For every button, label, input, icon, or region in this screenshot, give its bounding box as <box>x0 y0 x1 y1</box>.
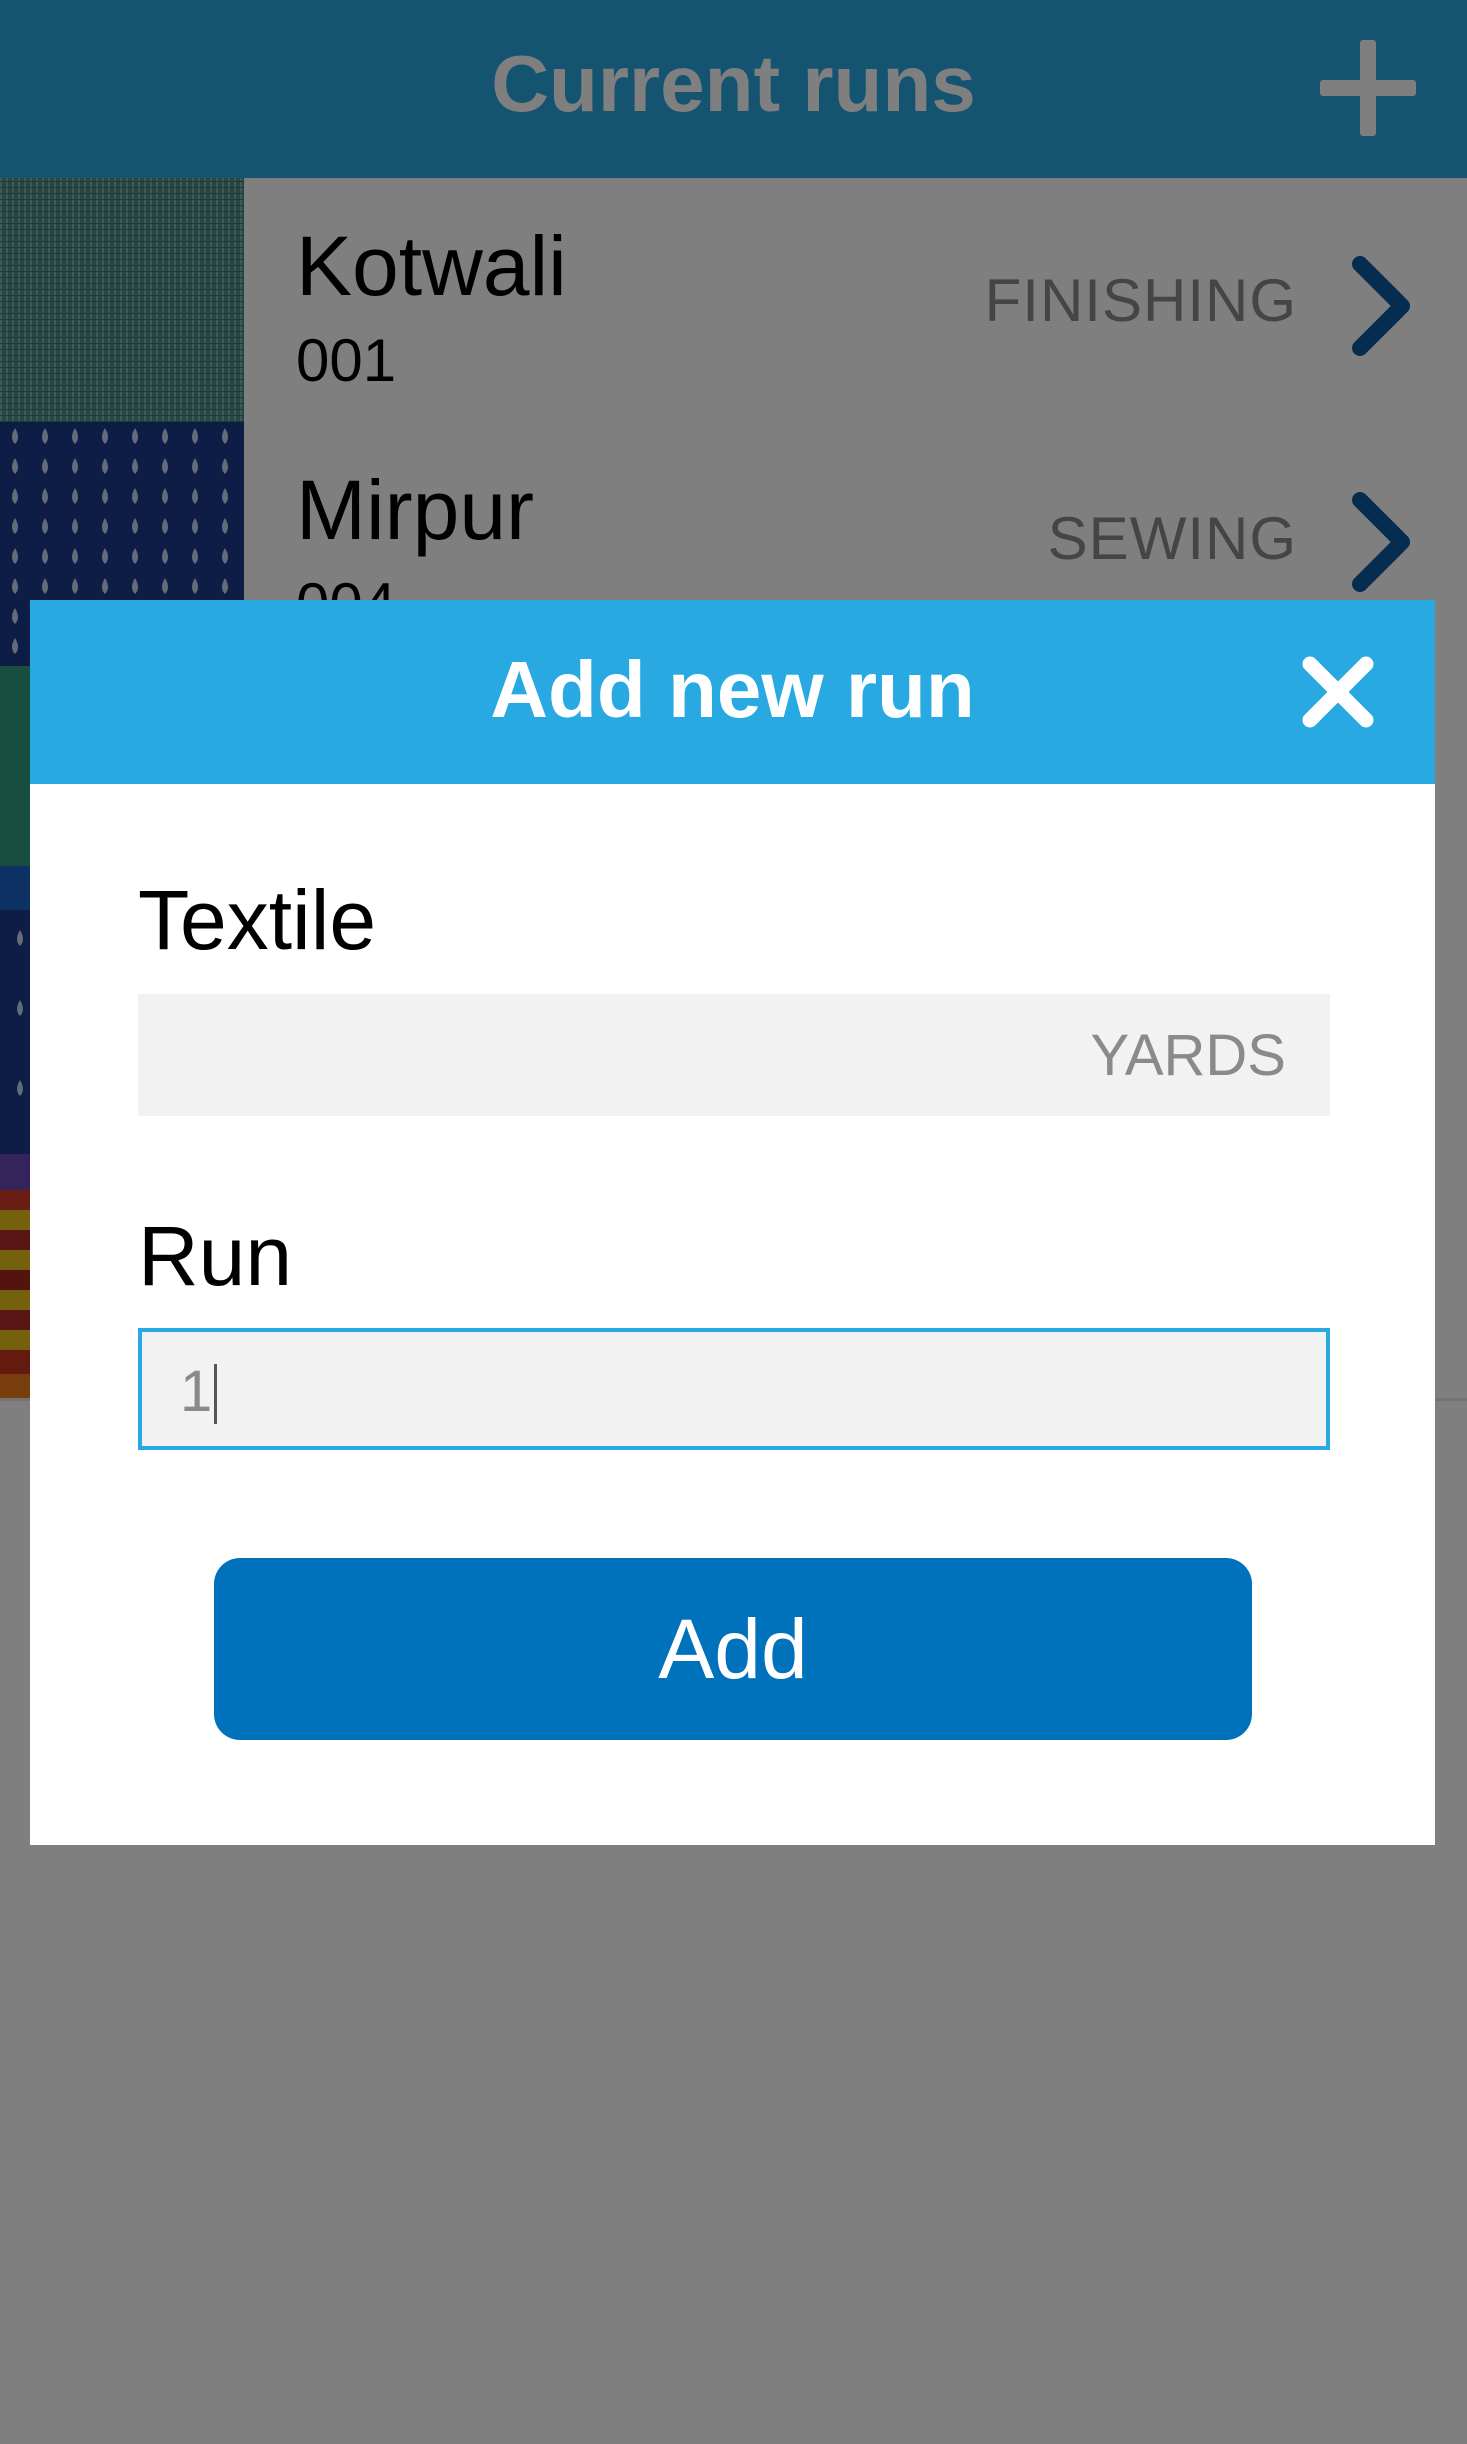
close-icon[interactable] <box>1298 652 1378 732</box>
dialog-header: Add new run <box>30 600 1435 784</box>
run-input-value: 1 <box>180 1359 213 1424</box>
dialog-title: Add new run <box>490 645 975 734</box>
run-input[interactable]: 1 <box>138 1328 1330 1450</box>
text-caret <box>214 1364 217 1424</box>
add-button[interactable]: Add <box>214 1558 1252 1740</box>
textile-label: Textile <box>138 873 377 967</box>
add-run-dialog: Add new run Textile YARDS Run 1 Add <box>30 600 1435 1845</box>
unit-label: YARDS <box>1090 1023 1286 1088</box>
run-label: Run <box>138 1209 293 1303</box>
textile-field[interactable]: YARDS <box>138 994 1330 1116</box>
